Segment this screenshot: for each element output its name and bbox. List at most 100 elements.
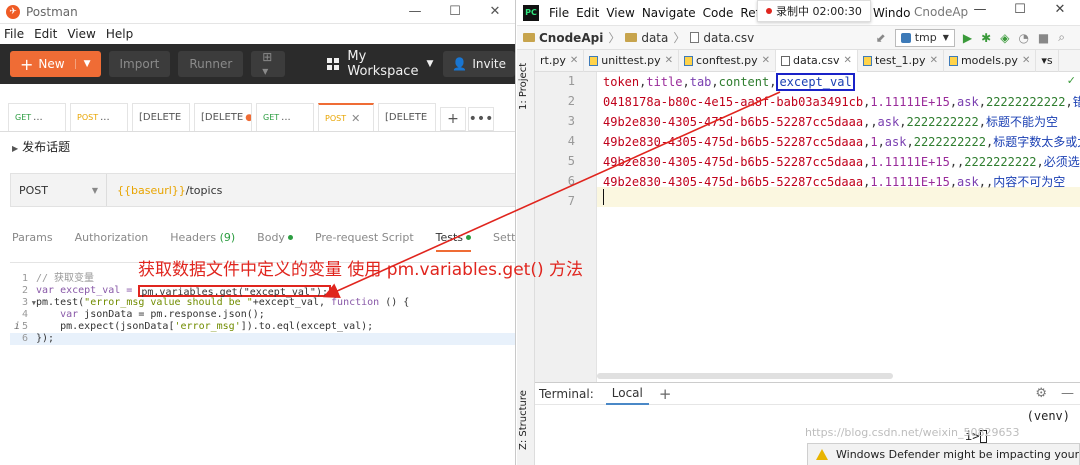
- request-tab[interactable]: GET...: [8, 103, 66, 131]
- menu-navigate[interactable]: Navigate: [642, 6, 696, 20]
- coverage-icon[interactable]: ◈: [1000, 31, 1009, 45]
- tab-label: s: [1046, 54, 1053, 67]
- chevron-down-icon[interactable]: ▼: [74, 59, 91, 69]
- menu-edit[interactable]: Edit: [576, 6, 599, 20]
- horizontal-scrollbar[interactable]: [597, 373, 893, 379]
- editor-tab[interactable]: models.py ✕: [944, 49, 1037, 72]
- sidebar-structure-tab[interactable]: Z: Structure: [518, 390, 529, 450]
- tab-tests[interactable]: Tests: [435, 231, 472, 252]
- tab-body[interactable]: Body: [257, 231, 293, 244]
- breadcrumb-project[interactable]: CnodeApi: [539, 31, 603, 45]
- url-input[interactable]: {{baseurl}}/topics: [107, 184, 222, 197]
- menu-help[interactable]: Help: [106, 27, 133, 41]
- run-config-select[interactable]: tmp ▼: [894, 28, 955, 47]
- tab-label: models.py: [960, 54, 1018, 67]
- navigation-bar: CnodeApi 〉 data 〉 data.csv ⬋ tmp ▼ ▶ ✱ ◈…: [517, 26, 1080, 50]
- breadcrumb-folder[interactable]: data: [641, 31, 668, 45]
- request-tab[interactable]: [DELETE: [132, 103, 190, 131]
- tab-settings[interactable]: Settin: [493, 231, 515, 244]
- close-tab-icon[interactable]: ✕: [930, 55, 938, 66]
- close-icon[interactable]: ✕: [1040, 2, 1080, 17]
- plus-icon[interactable]: +: [659, 385, 672, 403]
- gear-icon[interactable]: ⚙: [1035, 386, 1047, 401]
- tab-label: unittest.py: [601, 54, 661, 67]
- breadcrumb-file[interactable]: data.csv: [703, 31, 754, 45]
- minimize-icon[interactable]: —: [960, 2, 1000, 17]
- terminal-tab-local[interactable]: Local: [605, 383, 649, 405]
- request-tab-active[interactable]: POST ✕: [318, 103, 374, 131]
- menu-file[interactable]: File: [549, 6, 569, 20]
- fold-icon[interactable]: ▼: [32, 297, 36, 309]
- close-tab-icon[interactable]: ✕: [665, 55, 673, 66]
- request-tab[interactable]: GET...: [256, 103, 314, 131]
- method-select[interactable]: POST ▼: [11, 174, 107, 206]
- notification-text: Windows Defender might be impacting your: [836, 448, 1080, 461]
- maximize-icon[interactable]: ☐: [1000, 2, 1040, 17]
- close-tab-icon[interactable]: ✕: [570, 55, 578, 66]
- menu-code[interactable]: Code: [703, 6, 734, 20]
- editor-tab-overflow[interactable]: ▾ s: [1036, 49, 1059, 72]
- workspace-selector[interactable]: My Workspace ▼: [327, 49, 433, 79]
- request-tab[interactable]: [DELETE: [378, 103, 436, 131]
- menu-window[interactable]: Windo: [873, 6, 911, 20]
- defender-notification[interactable]: Windows Defender might be impacting your: [807, 443, 1080, 465]
- menu-file[interactable]: File: [4, 27, 24, 41]
- csv-row: 49b2e830-4305-475d-b6b5-52287cc5daaa,1,a…: [603, 132, 1080, 152]
- tab-params[interactable]: Params: [12, 231, 53, 244]
- import-button[interactable]: Import: [108, 51, 171, 77]
- stop-icon[interactable]: ■: [1038, 31, 1049, 45]
- status-dot-icon: [466, 235, 472, 240]
- runner-button[interactable]: Runner: [178, 51, 244, 77]
- maximize-icon[interactable]: ☐: [435, 4, 475, 19]
- new-window-button[interactable]: ⊞ ▾: [251, 50, 286, 78]
- menu-edit[interactable]: Edit: [34, 27, 57, 41]
- invite-button[interactable]: 👤 Invite: [443, 51, 515, 77]
- minimize-icon[interactable]: —: [395, 4, 435, 19]
- minimize-panel-icon[interactable]: —: [1061, 386, 1074, 401]
- request-tab[interactable]: [DELETE●: [194, 103, 252, 131]
- csv-cell: 标题字数太多或太: [993, 135, 1080, 149]
- menu-view[interactable]: View: [606, 6, 634, 20]
- url-bar: POST ▼ {{baseurl}}/topics: [10, 173, 515, 207]
- editor-tab[interactable]: unittest.py ✕: [584, 49, 680, 72]
- close-tab-icon[interactable]: ✕: [844, 55, 852, 66]
- request-tab[interactable]: POST...: [70, 103, 128, 131]
- tab-label: conftest.py: [696, 54, 758, 67]
- close-tab-icon[interactable]: ✕: [1022, 55, 1030, 66]
- close-tab-icon[interactable]: ✕: [762, 55, 770, 66]
- editor-tab[interactable]: conftest.py ✕: [679, 49, 776, 72]
- editor-tab[interactable]: rt.py ✕: [535, 49, 585, 72]
- debug-icon[interactable]: ✱: [981, 31, 991, 45]
- menu-view[interactable]: View: [67, 27, 95, 41]
- build-icon[interactable]: ⬋: [876, 31, 886, 45]
- tab-authorization[interactable]: Authorization: [75, 231, 149, 244]
- csv-editor[interactable]: token,title,tab,content, except_val 04181…: [597, 72, 1080, 382]
- csv-cell: 1.11111E+15: [870, 95, 950, 109]
- new-tab-button[interactable]: +: [440, 107, 466, 131]
- csv-cell: 2222222222: [964, 155, 1037, 169]
- editor-tab[interactable]: test_1.py ✕: [858, 49, 944, 72]
- tab-label: ...: [100, 112, 110, 123]
- csv-cell: 49b2e830-4305-475d-b6b5-52287cc5daaa: [603, 115, 864, 129]
- csv-cell: ask: [957, 175, 979, 189]
- postman-logo-icon: ✈: [6, 4, 20, 19]
- csv-cell: 49b2e830-4305-475d-b6b5-52287cc5daaa: [603, 175, 864, 189]
- run-icon[interactable]: ▶: [963, 31, 972, 45]
- tab-headers[interactable]: Headers (9): [170, 231, 235, 244]
- highlight-box: pm.variables.get("except_val");: [138, 285, 331, 298]
- close-tab-icon[interactable]: ✕: [351, 112, 360, 125]
- annotation-caption: 获取数据文件中定义的变量 使用 pm.variables.get() 方法: [138, 260, 583, 280]
- profile-icon[interactable]: ◔: [1018, 31, 1028, 45]
- close-icon[interactable]: ✕: [475, 4, 515, 19]
- tests-code-editor[interactable]: 1 // 获取变量 2 var except_val = pm.variables.…: [10, 262, 515, 465]
- more-tabs-button[interactable]: •••: [468, 107, 494, 131]
- run-config-label: tmp: [914, 31, 937, 44]
- tab-label: ...: [33, 112, 43, 123]
- tab-pre-request-script[interactable]: Pre-request Script: [315, 231, 414, 244]
- headers-count: (9): [219, 230, 236, 244]
- editor-tab-active[interactable]: data.csv ✕: [775, 49, 858, 72]
- new-button[interactable]: + New ▼: [10, 51, 101, 77]
- request-breadcrumb[interactable]: ▶ 发布话题: [12, 138, 70, 155]
- search-icon[interactable]: ⌕: [1058, 30, 1065, 45]
- sidebar-project-tab[interactable]: 1: Project: [518, 63, 529, 110]
